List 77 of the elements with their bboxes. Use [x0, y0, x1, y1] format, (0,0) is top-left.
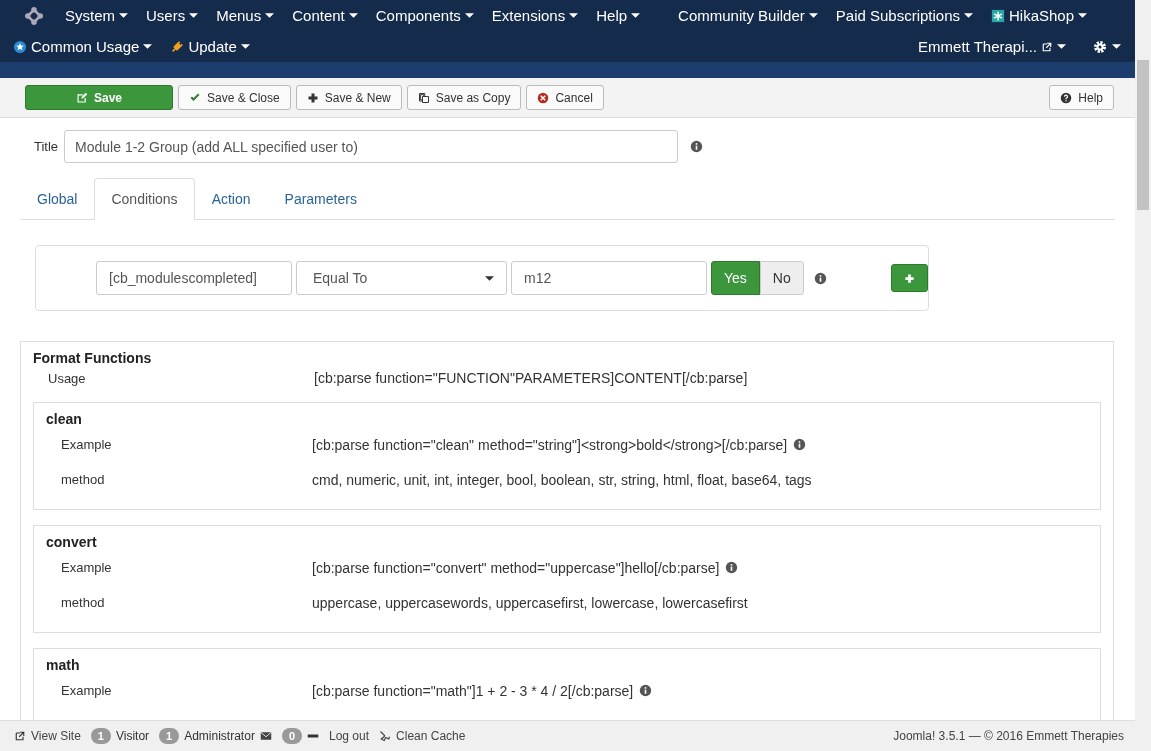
caret-icon — [485, 273, 494, 283]
menu-item[interactable]: Content — [283, 7, 367, 24]
scrollbar[interactable] — [1135, 0, 1151, 751]
info-icon — [690, 140, 704, 153]
row-label: Example — [61, 437, 112, 452]
panel-title: Format Functions — [33, 350, 153, 366]
plus-icon — [306, 91, 319, 104]
row-label: Example — [61, 683, 112, 698]
row-value: uppercase, uppercasewords, uppercasefirst, lowercase, lowercasefirst — [312, 594, 748, 611]
check-icon — [189, 91, 201, 104]
menu-item[interactable]: Menus — [207, 7, 284, 24]
external-link-icon — [1041, 40, 1053, 53]
count-badge: 0 — [281, 728, 302, 744]
function-name: convert — [46, 534, 98, 550]
tab[interactable]: Action — [194, 178, 268, 219]
plug-icon — [170, 39, 185, 54]
tab[interactable]: Global — [20, 178, 95, 219]
help-icon — [1060, 91, 1073, 104]
toggle-option[interactable]: Yes — [711, 261, 760, 295]
edit-icon — [76, 91, 88, 104]
value-input[interactable]: m12 — [511, 261, 707, 295]
settings-icon — [1092, 38, 1108, 55]
plus-icon — [903, 272, 915, 284]
help-button[interactable]: Help — [1049, 85, 1114, 110]
asterisk-icon — [991, 8, 1005, 23]
row-value: [cb:parse function="convert" method="uppercase"]hello[/cb:parse] — [312, 559, 720, 576]
status-link[interactable]: Clean Cache — [396, 729, 466, 743]
copy-icon — [417, 91, 430, 104]
field-input[interactable]: [cb_modulescompleted] — [96, 261, 292, 295]
external-link-icon — [14, 730, 26, 742]
function-name: math — [46, 657, 81, 673]
row-value: [cb:parse function="clean" method="string"]<strong>bold</strong>[/cb:parse] — [312, 436, 788, 453]
add-button[interactable] — [890, 264, 928, 292]
operator-select[interactable]: Equal To — [296, 261, 507, 295]
menu-item[interactable]: Components — [366, 7, 483, 24]
count-badge: 1 — [159, 728, 180, 744]
tab[interactable]: Conditions — [94, 178, 195, 220]
menu-item[interactable]: Users — [137, 7, 208, 24]
save-button[interactable]: Save — [25, 85, 173, 110]
info-icon — [813, 271, 827, 285]
row-label: Usage — [48, 370, 86, 386]
row-label: method — [61, 595, 105, 610]
title-field[interactable]: Module 1-2 Group (add ALL specified user to) — [64, 130, 679, 163]
function-name: clean — [46, 411, 83, 427]
status-label: Administrator — [184, 729, 255, 743]
broom-icon — [379, 730, 392, 742]
tab[interactable]: Parameters — [267, 178, 374, 219]
copyright-text: Joomla! 3.5.1 — © 2016 Emmett Therapies — [893, 729, 1124, 743]
field-label: Title — [34, 139, 59, 154]
count-badge: 1 — [90, 728, 111, 744]
toolbar-button[interactable]: Save as Copy — [406, 85, 522, 110]
menu-item[interactable]: Paid Subscriptions — [826, 7, 982, 24]
status-link[interactable]: Log out — [329, 729, 370, 743]
menu-item[interactable]: Extensions — [482, 7, 588, 24]
row-value: [cb:parse function="FUNCTION"PARAMETERS]CONTENT[/cb:parse] — [314, 370, 748, 386]
caret-icon — [1112, 44, 1121, 49]
scrollbar-thumb[interactable] — [1137, 60, 1149, 210]
toolbar-button[interactable]: Save & Close — [178, 85, 291, 110]
toggle-option[interactable]: No — [759, 261, 804, 295]
status-link[interactable]: View Site — [31, 729, 81, 743]
row-value: [cb:parse function="math"]1 + 2 - 3 * 4 / 2[/cb:parse] — [312, 682, 634, 699]
menu-item[interactable]: Help — [587, 7, 650, 24]
menu-item[interactable]: System — [56, 7, 137, 24]
joomla-logo-icon — [24, 5, 44, 26]
row-label: method — [61, 472, 105, 487]
menu-item[interactable]: Common Usage — [4, 38, 162, 55]
menu-item[interactable]: Community Builder — [669, 7, 827, 24]
toolbar-button[interactable]: Save & New — [295, 85, 402, 110]
row-label: Example — [61, 560, 112, 575]
row-value: cmd, numeric, unit, int, integer, bool, boolean, str, string, html, float, base64, tags — [312, 471, 812, 488]
menu-item[interactable]: Update — [161, 38, 259, 55]
envelope-icon — [259, 730, 272, 742]
cancel-icon — [537, 91, 550, 104]
menu-item[interactable]: HikaShop — [982, 7, 1097, 24]
site-menu[interactable]: Emmett Therapi... — [909, 38, 1075, 55]
status-label: Visitor — [115, 729, 150, 743]
toolbar-button[interactable]: Cancel — [526, 85, 604, 110]
